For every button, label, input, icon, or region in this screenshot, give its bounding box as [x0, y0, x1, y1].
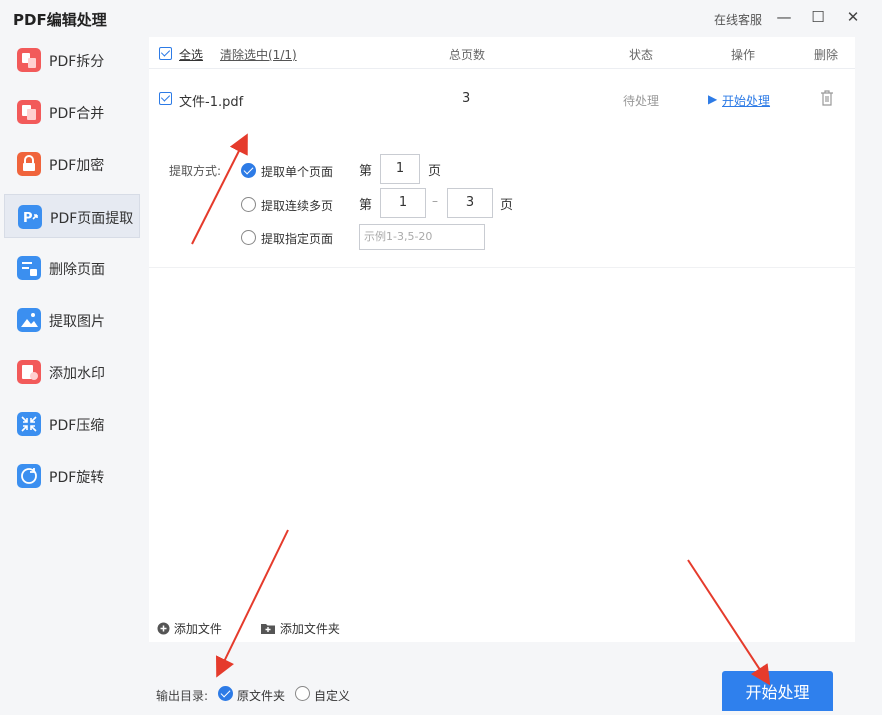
table-header: 全选 清除选中(1/1) 总页数 状态 操作 删除 [149, 37, 855, 69]
sidebar-item-label: 添加水印 [49, 366, 105, 382]
select-all-checkbox[interactable] [159, 47, 172, 60]
output-dir-label: 输出目录: [156, 689, 209, 703]
split-icon [17, 48, 41, 72]
row-start-button[interactable]: 开始处理 [722, 92, 770, 109]
option-single-page-label: 提取单个页面 [261, 165, 334, 179]
range-separator: – [432, 194, 438, 208]
sidebar-item-split[interactable]: PDF拆分 [4, 38, 140, 82]
page-prefix: 第 [359, 164, 373, 179]
specified-pages-input[interactable]: 示例1-3,5-20 [359, 224, 485, 250]
sidebar-item-extract-page[interactable]: P PDF页面提取 [4, 194, 140, 238]
compress-icon [17, 412, 41, 436]
add-folder-label: 添加文件夹 [279, 622, 340, 636]
start-processing-button[interactable]: 开始处理 [722, 671, 833, 711]
range-to-input[interactable]: 3 [447, 188, 493, 218]
maximize-button[interactable]: ☐ [807, 6, 829, 28]
custom-folder-label: 自定义 [314, 689, 351, 703]
radio-custom-folder[interactable] [295, 686, 310, 701]
sidebar-item-label: PDF拆分 [49, 54, 105, 70]
column-action: 操作 [731, 48, 756, 62]
sidebar-item-label: PDF旋转 [49, 470, 105, 486]
sidebar-item-label: PDF合并 [49, 106, 105, 122]
merge-icon [17, 100, 41, 124]
rotate-icon [17, 464, 41, 488]
folder-plus-icon [261, 624, 275, 634]
plus-circle-icon [157, 622, 170, 635]
sidebar-item-encrypt[interactable]: PDF加密 [4, 142, 140, 186]
sidebar-item-label: PDF加密 [49, 158, 105, 174]
page-suffix: 页 [428, 164, 442, 179]
sidebar-item-extract-image[interactable]: 提取图片 [4, 298, 140, 342]
table-row: 文件-1.pdf 3 待处理 ▶ 开始处理 提取方式: 提取单个页面 第 1 页… [149, 70, 855, 268]
sidebar-item-merge[interactable]: PDF合并 [4, 90, 140, 134]
clear-selection-link[interactable]: 清除选中(1/1) [220, 46, 297, 63]
radio-continuous-pages[interactable] [241, 197, 256, 212]
column-delete: 删除 [814, 48, 839, 62]
add-folder-button[interactable]: 添加文件夹 [260, 620, 340, 637]
online-support-link[interactable]: 在线客服 [714, 11, 762, 28]
title-bar: PDF编辑处理 在线客服 — ☐ ✕ [0, 0, 882, 36]
range-from-input[interactable]: 1 [380, 188, 426, 218]
single-page-input[interactable]: 1 [380, 154, 420, 184]
row-checkbox[interactable] [159, 92, 172, 105]
sidebar-item-compress[interactable]: PDF压缩 [4, 402, 140, 446]
trash-icon[interactable] [819, 89, 835, 111]
sidebar-item-label: 提取图片 [49, 314, 105, 330]
column-pages: 总页数 [449, 48, 486, 62]
image-icon [17, 308, 41, 332]
delete-page-icon [17, 256, 41, 280]
watermark-icon [17, 360, 41, 384]
range-suffix: 页 [500, 198, 514, 213]
radio-specified-pages[interactable] [241, 230, 256, 245]
svg-text:P: P [23, 211, 33, 226]
select-all-link[interactable]: 全选 [179, 46, 203, 63]
lock-icon [17, 152, 41, 176]
extract-page-icon: P [18, 205, 42, 229]
original-folder-label: 原文件夹 [237, 689, 286, 703]
sidebar-item-label: PDF页面提取 [50, 211, 134, 227]
sidebar-item-label: 删除页面 [49, 262, 105, 278]
minimize-button[interactable]: — [773, 6, 795, 28]
radio-single-page[interactable] [241, 163, 256, 178]
file-page-count: 3 [462, 91, 471, 106]
sidebar-item-delete-page[interactable]: 删除页面 [4, 246, 140, 290]
sidebar-item-label: PDF压缩 [49, 418, 105, 434]
extract-method-label: 提取方式: [169, 164, 222, 178]
sidebar-item-watermark[interactable]: 添加水印 [4, 350, 140, 394]
sidebar: PDF拆分 PDF合并 PDF加密 P PDF页面提取 删除页面 提取图片 添加… [0, 36, 146, 702]
add-file-button[interactable]: 添加文件 [157, 620, 222, 637]
radio-original-folder[interactable] [218, 686, 233, 701]
file-panel: 全选 清除选中(1/1) 总页数 状态 操作 删除 文件-1.pdf 3 待处理… [149, 37, 855, 642]
app-title: PDF编辑处理 [13, 11, 107, 29]
sidebar-item-rotate[interactable]: PDF旋转 [4, 454, 140, 498]
play-icon: ▶ [708, 92, 718, 106]
option-specified-pages-label: 提取指定页面 [261, 232, 334, 246]
range-prefix: 第 [359, 198, 373, 213]
add-file-label: 添加文件 [173, 622, 222, 636]
file-name: 文件-1.pdf [179, 95, 244, 110]
column-status: 状态 [629, 48, 654, 62]
close-button[interactable]: ✕ [842, 6, 864, 28]
option-continuous-pages-label: 提取连续多页 [261, 199, 334, 213]
file-status: 待处理 [623, 94, 660, 108]
